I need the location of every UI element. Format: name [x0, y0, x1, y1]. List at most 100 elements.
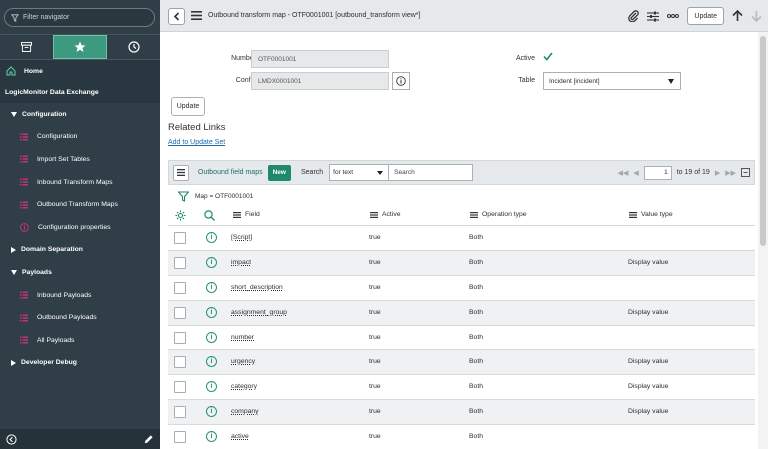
table-row[interactable]: i urgency true Both Display value [168, 350, 755, 376]
header-update-button[interactable]: Update [687, 7, 724, 25]
operation-type-cell: Both [469, 383, 483, 391]
field-cell[interactable]: [Script] [231, 234, 252, 241]
add-to-update-set-link[interactable]: Add to Update Set [168, 139, 225, 146]
list-context-menu-button[interactable] [173, 164, 189, 181]
config-info-button[interactable] [392, 72, 410, 90]
nav-section-domain-separation[interactable]: Domain Separation [0, 239, 160, 262]
column-header-operation-type[interactable]: Operation type [470, 211, 527, 218]
list-title[interactable]: Outbound field maps [198, 169, 263, 176]
tab-history[interactable] [107, 35, 160, 59]
info-icon [396, 76, 406, 86]
table-row[interactable]: i category true Both Display value [168, 375, 755, 401]
filter-navigator-input[interactable]: Filter navigator [4, 8, 155, 27]
nav-module-configuration-properties[interactable]: Configuration properties [0, 216, 160, 239]
column-header-value-type[interactable]: Value type [629, 211, 673, 218]
personalize-sliders-icon[interactable] [647, 11, 660, 22]
field-cell[interactable]: company [231, 408, 259, 415]
attachment-paperclip-icon[interactable] [628, 10, 640, 22]
nav-module-import-set-tables[interactable]: Import Set Tables [0, 148, 160, 171]
field-cell[interactable]: assignment_group [231, 309, 287, 316]
field-cell[interactable]: urgency [231, 358, 255, 365]
field-cell[interactable]: active [231, 433, 249, 440]
row-info-icon[interactable]: i [206, 381, 217, 393]
active-cell: true [369, 383, 381, 391]
row-info-icon[interactable]: i [206, 281, 217, 293]
table-row[interactable]: i [Script] true Both [168, 226, 755, 251]
first-page-icon[interactable]: ◀◀ [618, 169, 629, 177]
column-header-label: Operation type [482, 211, 527, 218]
prev-page-icon[interactable]: ◀ [633, 169, 638, 177]
row-info-icon[interactable]: i [206, 406, 217, 418]
collapse-list-icon[interactable] [741, 168, 750, 177]
config-field[interactable]: LMDX0001001 [251, 72, 389, 90]
table-select[interactable]: Incident [incident] [543, 72, 681, 90]
row-info-icon[interactable]: i [206, 331, 217, 343]
nav-app-logicmonitor[interactable]: LogicMonitor Data Exchange [0, 82, 160, 103]
nav-module-inbound-payloads[interactable]: Inbound Payloads [0, 284, 160, 307]
filter-condition-text[interactable]: Map = OTF0001001 [195, 193, 253, 200]
list-search-input[interactable]: Search [389, 164, 474, 181]
row-checkbox[interactable] [174, 381, 186, 394]
next-page-icon[interactable]: ▶ [715, 169, 720, 177]
row-checkbox[interactable] [174, 256, 186, 269]
active-checkbox[interactable] [543, 52, 553, 63]
row-checkbox[interactable] [174, 306, 186, 319]
nav-module-inbound-transform-maps[interactable]: Inbound Transform Maps [0, 171, 160, 194]
new-button[interactable]: New [267, 164, 291, 181]
row-info-icon[interactable]: i [206, 256, 217, 268]
column-header-field[interactable]: Field [233, 211, 260, 218]
edit-pencil-icon[interactable] [143, 434, 154, 445]
search-field-select[interactable]: for text [329, 164, 390, 181]
value-type-cell: Display value [628, 408, 669, 416]
active-cell: true [369, 408, 381, 416]
page-range-text: to 19 of 19 [676, 169, 710, 176]
row-checkbox[interactable] [174, 281, 186, 294]
table-row[interactable]: i company true Both Display value [168, 400, 755, 426]
tab-all-apps[interactable] [0, 35, 53, 59]
arrow-up-icon[interactable] [732, 10, 743, 22]
table-row[interactable]: i number true Both [168, 326, 755, 351]
row-info-icon[interactable]: i [206, 232, 217, 243]
context-menu-icon[interactable] [191, 11, 202, 20]
row-info-icon[interactable]: i [206, 356, 217, 368]
table-row[interactable]: i impact true Both Display value [168, 250, 755, 276]
row-checkbox[interactable] [174, 331, 186, 344]
column-header-active[interactable]: Active [370, 211, 401, 218]
row-checkbox[interactable] [174, 232, 186, 244]
row-info-icon[interactable]: i [206, 431, 217, 443]
search-icon[interactable] [204, 210, 215, 221]
more-options-icon[interactable] [667, 14, 680, 18]
row-checkbox[interactable] [174, 356, 186, 369]
page-number-input[interactable]: 1 [643, 165, 672, 180]
nav-module-outbound-transform-maps[interactable]: Outbound Transform Maps [0, 193, 160, 216]
row-info-icon[interactable]: i [206, 306, 217, 318]
collapse-sidebar-icon[interactable] [6, 433, 17, 445]
tab-favorites[interactable] [52, 35, 108, 59]
field-cell[interactable]: category [231, 383, 257, 390]
scrollbar-thumb[interactable] [760, 36, 766, 246]
table-row[interactable]: i active true Both [168, 425, 755, 449]
nav-section-configuration[interactable]: Configuration [0, 103, 160, 126]
arrow-down-icon[interactable] [751, 10, 762, 22]
row-checkbox[interactable] [174, 406, 186, 419]
field-cell[interactable]: number [231, 334, 254, 341]
search-label: Search [300, 169, 324, 176]
back-button[interactable] [168, 8, 185, 25]
nav-item-home[interactable]: Home [0, 60, 160, 82]
filter-funnel-icon[interactable] [178, 191, 189, 202]
nav-module-configuration[interactable]: Configuration [0, 126, 160, 149]
nav-module-outbound-payloads[interactable]: Outbound Payloads [0, 306, 160, 329]
form-update-button[interactable]: Update [171, 97, 205, 116]
field-cell[interactable]: short_description [231, 284, 283, 291]
list-icon [20, 336, 28, 344]
table-row[interactable]: i assignment_group true Both Display val… [168, 300, 755, 326]
field-cell[interactable]: impact [231, 259, 251, 266]
dropdown-arrow-icon [668, 79, 674, 84]
row-checkbox[interactable] [174, 431, 186, 444]
nav-module-all-payloads[interactable]: All Payloads [0, 329, 160, 352]
nav-section-payloads[interactable]: Payloads [0, 261, 160, 284]
table-row[interactable]: i short_description true Both [168, 276, 755, 301]
last-page-icon[interactable]: ▶▶ [725, 169, 736, 177]
nav-section-developer-debug[interactable]: Developer Debug [0, 352, 160, 375]
gear-icon[interactable] [175, 210, 186, 221]
